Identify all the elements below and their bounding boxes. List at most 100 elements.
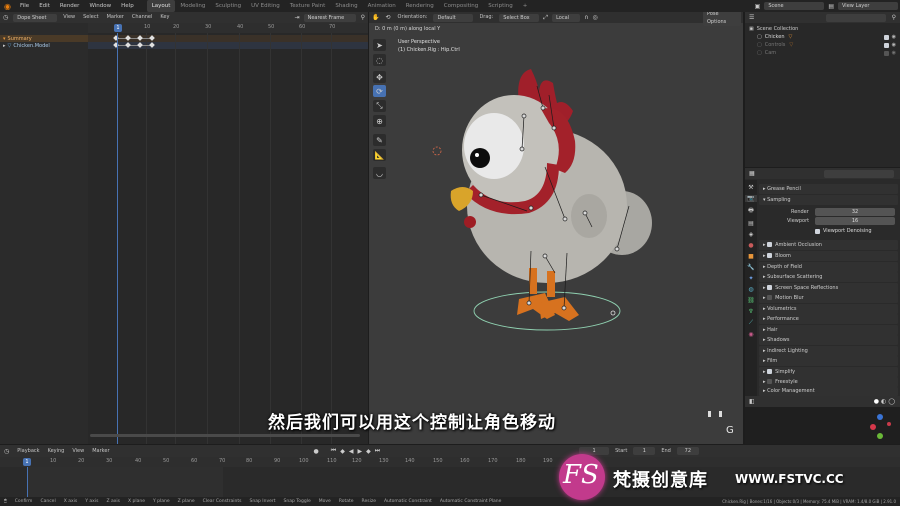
dope-sheet-mode-select[interactable]: Dope Sheet <box>13 13 58 22</box>
bone-joint[interactable] <box>562 216 568 222</box>
snap-mode-select[interactable]: Nearest Frame <box>303 13 356 22</box>
3d-viewport[interactable]: ✋ ⟲ Orientation: Default Drag: Select Bo… <box>369 12 743 444</box>
editor-type-icon[interactable]: ◧ <box>749 398 755 405</box>
outliner-search-field[interactable] <box>825 13 886 22</box>
jump-end-icon[interactable]: ⏭ <box>373 447 382 455</box>
current-frame-indicator[interactable]: 1 <box>114 24 122 32</box>
chicken-model[interactable] <box>369 23 743 444</box>
workspace-tab-scripting[interactable]: Scripting <box>483 0 517 12</box>
eye-icon[interactable]: ◉ <box>892 42 896 48</box>
panel-hair[interactable]: ▸ Hair <box>759 325 898 335</box>
scene-collection-row[interactable]: ▣ Scene Collection <box>745 25 900 33</box>
proportional-edit-icon[interactable]: ◎ <box>590 14 599 21</box>
timeline-menu-view[interactable]: View <box>68 446 88 457</box>
shading-solid-icon[interactable]: ● <box>873 398 880 405</box>
panel-depth-of-field[interactable]: ▸ Depth of Field <box>759 262 898 272</box>
blender-logo-icon[interactable]: ◉ <box>0 2 15 11</box>
navigation-gizmo[interactable] <box>865 412 895 442</box>
panel-film[interactable]: ▸ Film <box>759 356 898 366</box>
filter-icon[interactable]: ⚲ <box>888 14 896 21</box>
current-frame-indicator[interactable]: 1 <box>23 458 31 466</box>
snap-icon[interactable]: ⇥ <box>293 14 302 21</box>
playhead-line[interactable] <box>117 33 118 444</box>
eye-icon[interactable]: ◉ <box>892 50 896 56</box>
menu-help[interactable]: Help <box>116 0 139 12</box>
panel-volumetrics[interactable]: ▸ Volumetrics <box>759 304 898 314</box>
panel-checkbox[interactable] <box>767 285 773 290</box>
include-checkbox[interactable] <box>883 50 889 56</box>
panel-grease-pencil[interactable]: ▸ Grease Pencil <box>759 184 898 194</box>
next-keyframe-icon[interactable]: ◆ <box>364 448 373 455</box>
workspace-tab-shading[interactable]: Shading <box>330 0 362 12</box>
panel-performance[interactable]: ▸ Performance <box>759 314 898 324</box>
workspace-tab-compositing[interactable]: Compositing <box>439 0 483 12</box>
channel-summary[interactable]: ▾ Summary <box>0 35 88 42</box>
bone-joint[interactable] <box>551 125 557 131</box>
object-tab-icon[interactable]: ■ <box>745 253 757 260</box>
add-workspace-button[interactable]: + <box>518 0 533 12</box>
include-checkbox[interactable] <box>883 34 889 40</box>
world-tab-icon[interactable]: ● <box>745 242 757 249</box>
shading-rendered-icon[interactable]: ◯ <box>887 398 896 405</box>
gizmo-neg-x[interactable] <box>887 422 891 426</box>
bone-joint[interactable] <box>540 105 546 111</box>
menu-file[interactable]: File <box>15 0 34 12</box>
panel-checkbox[interactable] <box>767 369 773 374</box>
jump-start-icon[interactable]: ⏮ <box>329 447 338 455</box>
ds-menu-key[interactable]: Key <box>156 12 173 23</box>
horizontal-scrollbar[interactable] <box>90 434 360 437</box>
record-icon[interactable]: ● <box>312 448 321 455</box>
drag-select[interactable]: Select Box <box>499 13 540 22</box>
panel-motion-blur[interactable]: ▸ Motion Blur <box>759 293 898 303</box>
frame-ruler[interactable]: 1 10 20 30 40 50 60 70 <box>88 23 368 33</box>
bone-joint[interactable] <box>528 205 534 211</box>
workspace-tab-modeling[interactable]: Modeling <box>175 0 210 12</box>
expand-arrow-icon[interactable]: ▾ <box>3 36 6 42</box>
hip-ctrl-marker[interactable] <box>610 310 616 316</box>
keyframe-area[interactable] <box>88 33 368 444</box>
timeline-menu-keying[interactable]: Keying <box>44 446 69 457</box>
gizmo-z-axis[interactable] <box>877 414 883 420</box>
bone-joint[interactable] <box>542 253 548 259</box>
physics-tab-icon[interactable]: ◍ <box>745 286 757 293</box>
play-reverse-icon[interactable]: ◀ <box>347 448 356 455</box>
scene-tab-icon[interactable]: ◈ <box>745 231 757 238</box>
particles-tab-icon[interactable]: ✦ <box>745 275 757 282</box>
outliner-item-controls[interactable]: ▢ Controls ▽ ◉ <box>745 41 900 49</box>
editor-type-icon[interactable]: ◷ <box>0 14 11 21</box>
ds-menu-view[interactable]: View <box>59 12 79 23</box>
small-viewport[interactable]: ◧ ● ◐ ◯ <box>745 396 900 444</box>
viewport-denoising-checkbox[interactable] <box>815 228 820 234</box>
panel-indirect-lighting[interactable]: ▸ Indirect Lighting <box>759 346 898 356</box>
editor-type-icon[interactable]: ◷ <box>0 448 13 455</box>
properties-search-field[interactable] <box>824 169 894 178</box>
shading-material-icon[interactable]: ◐ <box>880 398 887 405</box>
scene-selector[interactable]: Scene <box>764 2 825 10</box>
gizmo-x-axis[interactable] <box>870 424 876 430</box>
panel-checkbox[interactable] <box>767 253 773 258</box>
outliner-type-icon[interactable]: ☰ <box>749 14 754 21</box>
bone-joint[interactable] <box>526 300 532 306</box>
material-tab-icon[interactable]: ◉ <box>745 331 757 338</box>
include-checkbox[interactable] <box>883 42 889 48</box>
panel-shadows[interactable]: ▸ Shadows <box>759 335 898 345</box>
view-layer-tab-icon[interactable]: ▤ <box>745 220 757 227</box>
orientation-select[interactable]: Default <box>433 13 474 22</box>
panel-checkbox[interactable] <box>767 295 773 300</box>
panel-screen-space-reflections[interactable]: ▸ Screen Space Reflections <box>759 283 898 293</box>
bone-joint[interactable] <box>614 246 620 252</box>
workspace-tab-rendering[interactable]: Rendering <box>401 0 439 12</box>
workspace-tab-animation[interactable]: Animation <box>363 0 401 12</box>
menu-render[interactable]: Render <box>55 0 85 12</box>
panel-subsurface-scattering[interactable]: ▸ Subsurface Scattering <box>759 272 898 282</box>
transform-orientation-icon[interactable]: ⟲ <box>382 14 393 21</box>
data-tab-icon[interactable]: ♆ <box>745 308 757 315</box>
bone-joint[interactable] <box>519 146 525 152</box>
render-tab-icon[interactable]: 📷 <box>745 195 757 202</box>
viewport-denoising-row[interactable]: Viewport Denoising <box>815 228 872 234</box>
workspace-tab-sculpting[interactable]: Sculpting <box>210 0 246 12</box>
modifier-tab-icon[interactable]: 🔧 <box>745 264 757 271</box>
filter-icon[interactable]: ⚲ <box>358 14 368 21</box>
constraints-tab-icon[interactable]: ⛓ <box>745 297 757 304</box>
gizmo-y-axis[interactable] <box>877 433 883 439</box>
